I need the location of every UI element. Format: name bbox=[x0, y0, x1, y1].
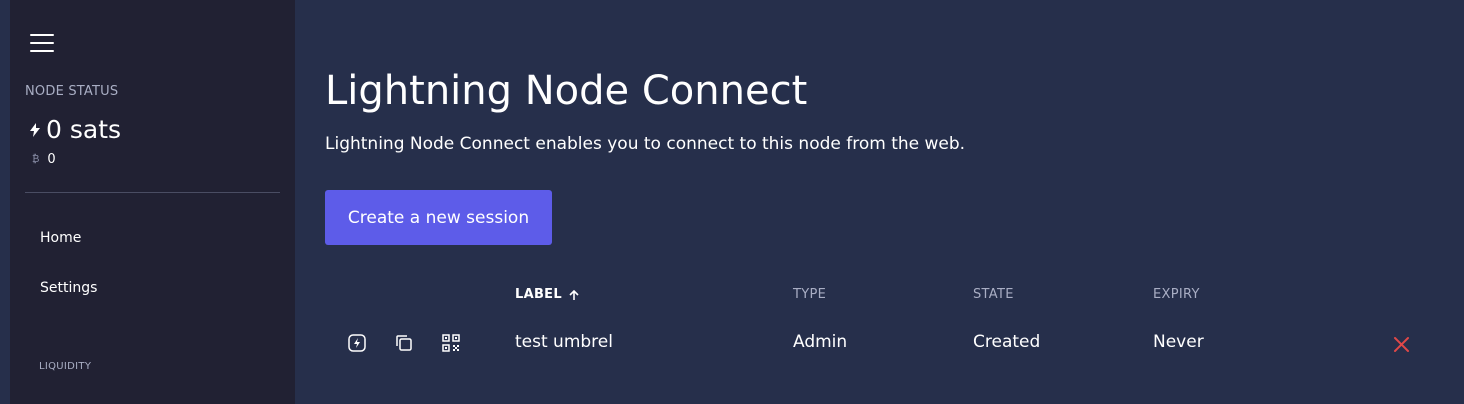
create-session-button[interactable]: Create a new session bbox=[325, 190, 552, 245]
column-header-state[interactable]: STATE bbox=[973, 287, 1014, 302]
sats-balance-row: 0 sats bbox=[30, 115, 121, 144]
column-header-type[interactable]: TYPE bbox=[793, 287, 826, 302]
node-status-label: NODE STATUS bbox=[25, 84, 119, 99]
column-header-expiry[interactable]: EXPIRY bbox=[1153, 287, 1200, 302]
page-title: Lightning Node Connect bbox=[325, 68, 808, 114]
row-label: test umbrel bbox=[515, 332, 613, 352]
row-expiry: Never bbox=[1153, 332, 1204, 352]
arrow-up-icon bbox=[569, 289, 579, 300]
sidebar-section-liquidity: LIQUIDITY bbox=[39, 361, 92, 372]
main-content: Lightning Node Connect Lightning Node Co… bbox=[325, 0, 1464, 404]
sidebar-item-home[interactable]: Home bbox=[40, 230, 81, 246]
lightning-bolt-icon bbox=[30, 122, 40, 137]
btc-balance: 0 bbox=[47, 152, 56, 167]
lightning-connect-icon[interactable] bbox=[348, 334, 366, 352]
copy-icon[interactable] bbox=[395, 334, 413, 352]
window-edge bbox=[0, 0, 10, 404]
row-type: Admin bbox=[793, 332, 848, 352]
hamburger-menu-icon[interactable] bbox=[30, 34, 54, 54]
page-subtitle: Lightning Node Connect enables you to co… bbox=[325, 134, 966, 154]
bitcoin-icon: ₿ bbox=[32, 154, 40, 165]
column-header-label[interactable]: LABEL bbox=[515, 287, 580, 302]
close-icon[interactable] bbox=[1393, 336, 1410, 353]
sidebar-item-settings[interactable]: Settings bbox=[40, 280, 97, 296]
sidebar-divider bbox=[25, 192, 280, 193]
row-state: Created bbox=[973, 332, 1041, 352]
column-header-label-text: LABEL bbox=[515, 287, 562, 302]
qr-code-icon[interactable] bbox=[442, 334, 460, 352]
btc-balance-row: ₿ 0 bbox=[32, 152, 56, 167]
sidebar: NODE STATUS 0 sats ₿ 0 Home Settings LIQ… bbox=[10, 0, 295, 404]
sats-balance: 0 sats bbox=[46, 115, 122, 144]
